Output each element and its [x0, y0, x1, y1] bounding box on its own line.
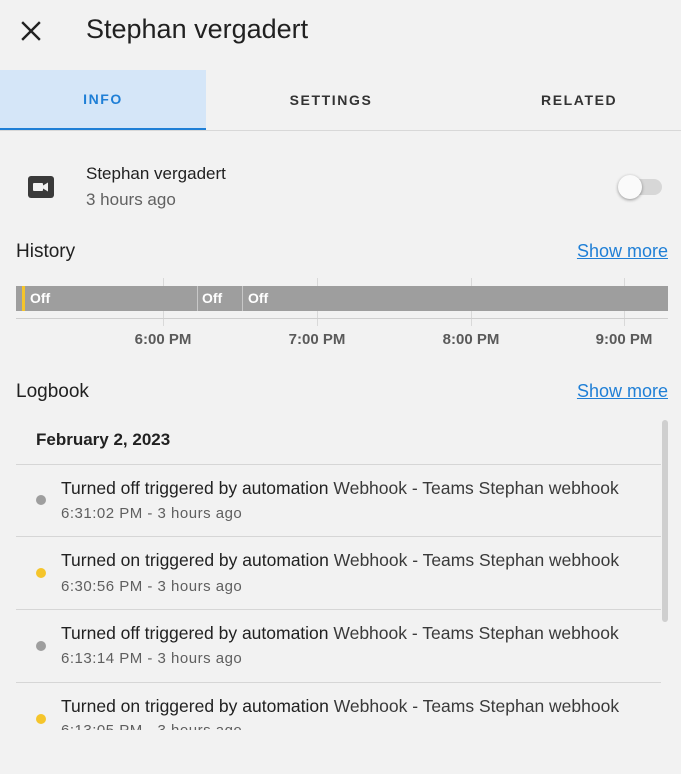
log-message-text: Turned off triggered by automation: [61, 478, 334, 498]
close-button[interactable]: [10, 10, 52, 52]
entity-toggle[interactable]: [618, 174, 664, 200]
divider: [16, 682, 661, 683]
state-dot-off: [36, 641, 46, 651]
logbook-title: Logbook: [16, 381, 89, 402]
logbook-show-more-link[interactable]: Show more: [577, 381, 668, 402]
automation-link[interactable]: Webhook - Teams Stephan webhook: [334, 696, 619, 716]
timeline-segment-label: Off: [248, 290, 269, 306]
dialog-header: Stephan vergadert: [0, 0, 681, 62]
logbook-list[interactable]: February 2, 2023 Turned off triggered by…: [16, 418, 668, 730]
timeline-segment-on: [22, 286, 25, 311]
logbook-scroll-area: February 2, 2023 Turned off triggered by…: [16, 418, 661, 730]
timeline-segment-divider: [242, 286, 243, 311]
toggle-knob: [618, 175, 642, 199]
tab-bar: INFO SETTINGS RELATED: [0, 70, 681, 131]
close-icon: [21, 21, 41, 41]
entity-last-changed: 3 hours ago: [86, 190, 176, 209]
tab-info[interactable]: INFO: [0, 70, 206, 130]
logbook-scrollbar[interactable]: [661, 418, 668, 730]
log-timestamp[interactable]: 6:13:05 PM - 3 hours ago: [61, 722, 242, 730]
timeline-segment-label: Off: [202, 290, 223, 306]
state-dot-on: [36, 568, 46, 578]
log-message: Turned off triggered by automation Webho…: [61, 478, 619, 499]
timeline-bar: Off Off Off: [16, 286, 668, 311]
axis-tick-label: 6:00 PM: [134, 331, 192, 348]
automation-link[interactable]: Webhook - Teams Stephan webhook: [333, 623, 618, 643]
log-timestamp[interactable]: 6:31:02 PM - 3 hours ago: [61, 505, 242, 522]
divider: [16, 464, 661, 465]
entity-name: Stephan vergadert: [86, 164, 226, 183]
axis-tick-label: 7:00 PM: [288, 331, 346, 348]
history-title: History: [16, 241, 76, 262]
log-message: Turned off triggered by automation Webho…: [61, 623, 619, 644]
timeline-segment-label: Off: [30, 290, 51, 306]
dialog-title: Stephan vergadert: [86, 14, 309, 44]
divider: [16, 536, 661, 537]
state-dot-on: [36, 714, 46, 724]
scrollbar-thumb[interactable]: [662, 420, 668, 622]
log-message-text: Turned on triggered by automation: [61, 696, 334, 716]
tab-settings[interactable]: SETTINGS: [206, 70, 456, 130]
log-message-text: Turned on triggered by automation: [61, 550, 334, 570]
log-message: Turned on triggered by automation Webhoo…: [61, 550, 619, 571]
history-timeline[interactable]: Off Off Off 6:00 PM 7:00 PM 8:00 PM 9:00…: [16, 278, 668, 348]
history-show-more-link[interactable]: Show more: [577, 241, 668, 262]
tab-related[interactable]: RELATED: [456, 70, 681, 130]
entity-row: Stephan vergadert 3 hours ago: [0, 160, 681, 216]
timeline-axis: [16, 318, 668, 319]
automation-link[interactable]: Webhook - Teams Stephan webhook: [334, 550, 619, 570]
log-timestamp[interactable]: 6:13:14 PM - 3 hours ago: [61, 650, 242, 667]
timeline-segment-divider: [197, 286, 198, 311]
log-message: Turned on triggered by automation Webhoo…: [61, 696, 619, 717]
divider: [16, 609, 661, 610]
camera-icon: [28, 176, 54, 198]
axis-tick-label: 8:00 PM: [442, 331, 500, 348]
state-dot-off: [36, 495, 46, 505]
axis-tick-label: 9:00 PM: [595, 331, 653, 348]
log-timestamp[interactable]: 6:30:56 PM - 3 hours ago: [61, 578, 242, 595]
log-message-text: Turned off triggered by automation: [61, 623, 334, 643]
automation-link[interactable]: Webhook - Teams Stephan webhook: [333, 478, 618, 498]
logbook-date-header: February 2, 2023: [36, 430, 171, 449]
